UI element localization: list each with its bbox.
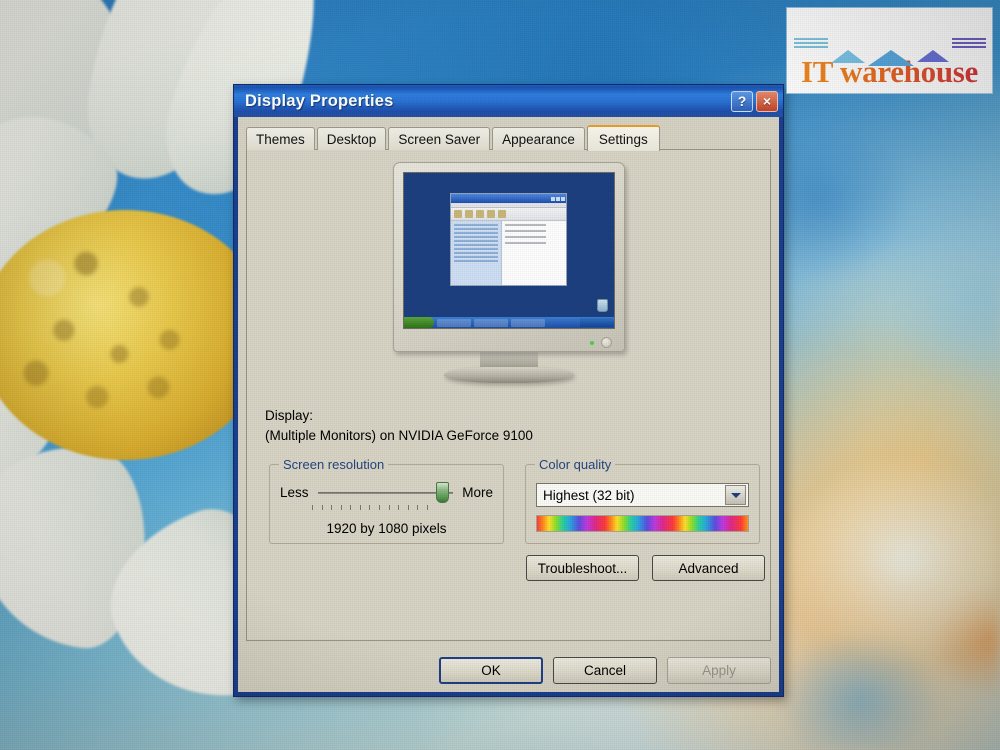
resolution-more-label: More xyxy=(462,485,493,500)
title-bar-buttons: ? × xyxy=(731,90,778,112)
preview-taskbar xyxy=(403,317,614,328)
warehouse-icon-center xyxy=(867,32,914,66)
preview-window-content xyxy=(501,221,567,286)
monitor-case xyxy=(392,162,625,352)
logo-left-rule xyxy=(793,37,828,48)
resolution-slider-thumb[interactable] xyxy=(436,482,450,503)
monitor-screen xyxy=(402,172,615,329)
dialog-client-area: Themes Desktop Screen Saver Appearance S… xyxy=(238,117,779,692)
apply-button: Apply xyxy=(667,657,771,684)
warehouse-roof xyxy=(916,32,949,62)
settings-tab-panel: Display: (Multiple Monitors) on NVIDIA G… xyxy=(246,149,771,641)
color-quality-value: Highest (32 bit) xyxy=(543,487,635,503)
resolution-slider-ticks xyxy=(312,505,428,510)
preview-window-body xyxy=(450,221,567,286)
display-label: Display: xyxy=(265,408,314,423)
tab-screen-saver[interactable]: Screen Saver xyxy=(388,127,491,150)
preview-task-button xyxy=(473,318,508,327)
window-title: Display Properties xyxy=(245,91,394,110)
recycle-bin-icon xyxy=(596,299,608,312)
tab-themes[interactable]: Themes xyxy=(246,127,315,150)
tab-appearance[interactable]: Appearance xyxy=(492,127,585,150)
monitor-neck xyxy=(479,352,538,367)
power-button-icon xyxy=(600,337,612,348)
logo-warehouse-icons xyxy=(793,15,986,66)
dialog-footer: OK Cancel Apply xyxy=(246,657,771,684)
preview-task-button xyxy=(510,318,545,327)
color-spectrum-strip xyxy=(536,515,749,532)
warehouse-icon-small-left xyxy=(830,32,865,63)
tab-settings[interactable]: Settings xyxy=(586,125,660,151)
preview-window xyxy=(449,193,568,287)
it-warehouse-logo: IT warehouse xyxy=(787,8,992,93)
display-adapter-value: (Multiple Monitors) on NVIDIA GeForce 91… xyxy=(265,428,533,443)
help-icon[interactable]: ? xyxy=(731,90,753,112)
screen-resolution-legend: Screen resolution xyxy=(279,457,389,472)
tab-desktop[interactable]: Desktop xyxy=(316,127,387,150)
desktop-background: Display Properties ? × Themes Desktop Sc… xyxy=(0,0,1000,750)
color-quality-legend: Color quality xyxy=(535,457,616,472)
cancel-button[interactable]: Cancel xyxy=(553,657,657,684)
color-quality-group: Color quality Highest (32 bit) xyxy=(525,457,760,544)
screen-resolution-group: Screen resolution Less More 1920 by 1080… xyxy=(269,457,504,544)
warehouse-roof xyxy=(867,32,914,66)
monitor-preview xyxy=(247,162,770,383)
preview-task-button xyxy=(436,318,471,327)
chevron-down-icon[interactable] xyxy=(725,485,746,505)
preview-start-button xyxy=(403,317,434,328)
logo-right-rule xyxy=(951,37,986,48)
preview-system-tray xyxy=(579,318,614,327)
ok-button[interactable]: OK xyxy=(439,657,543,684)
preview-window-titlebar xyxy=(450,194,567,204)
preview-window-toolbar xyxy=(450,208,567,222)
resolution-slider[interactable] xyxy=(317,482,454,503)
tab-strip: Themes Desktop Screen Saver Appearance S… xyxy=(246,124,771,151)
advanced-button[interactable]: Advanced xyxy=(652,555,765,581)
resolution-slider-row: Less More xyxy=(280,482,493,503)
display-properties-dialog: Display Properties ? × Themes Desktop Sc… xyxy=(233,84,784,697)
monitor-base xyxy=(443,367,574,383)
preview-window-sidebar xyxy=(450,221,502,286)
resolution-value-text: 1920 by 1080 pixels xyxy=(326,521,447,536)
warehouse-icon-small-right xyxy=(916,32,949,62)
warehouse-roof xyxy=(830,32,865,63)
troubleshoot-button[interactable]: Troubleshoot... xyxy=(526,555,639,581)
title-bar[interactable]: Display Properties ? × xyxy=(234,85,783,117)
resolution-less-label: Less xyxy=(280,485,309,500)
power-led-icon xyxy=(589,341,594,345)
close-icon[interactable]: × xyxy=(756,90,778,112)
color-quality-dropdown[interactable]: Highest (32 bit) xyxy=(536,483,749,507)
